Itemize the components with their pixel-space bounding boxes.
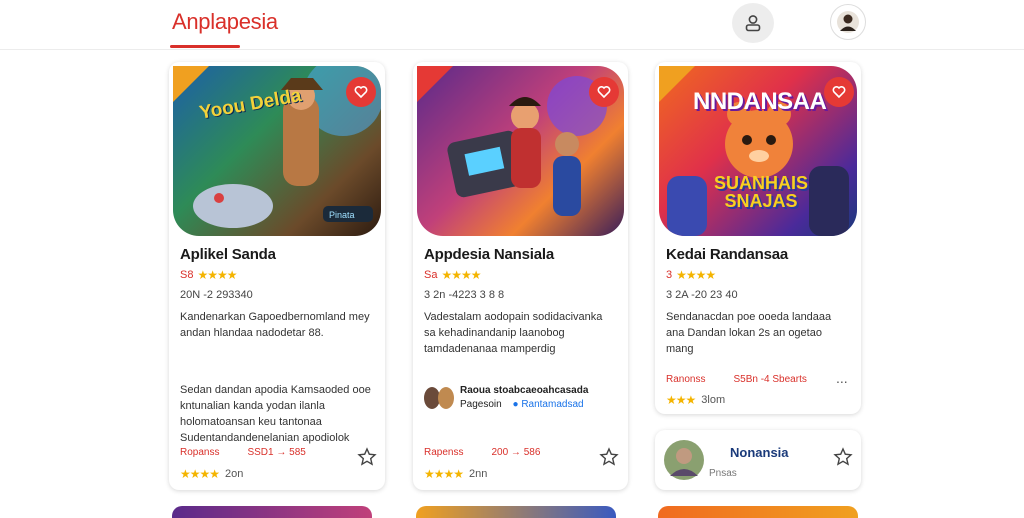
price-label: Rapenss <box>424 447 464 458</box>
app-description: Vadestalam aodopain sodidacivanka sa keh… <box>424 311 603 355</box>
author-avatar-icon <box>438 387 454 409</box>
favorite-star-icon[interactable] <box>357 447 377 467</box>
star-rating-icon: ★★★★ <box>197 268 237 282</box>
author-name: Raoua stoabcaeoahcasada <box>460 385 589 396</box>
price-row: Rapenss 200 → 586 <box>424 447 540 458</box>
author-avatars <box>424 387 454 409</box>
heart-icon <box>832 86 846 99</box>
profile-avatar[interactable] <box>830 4 866 40</box>
heart-badge-button[interactable] <box>589 77 619 107</box>
mini-rating: ★★★ 3lom <box>666 393 725 407</box>
star-rating-icon: ★★★★ <box>424 467 464 481</box>
game-logo-bottom: SUANHAIS SNAJAS <box>713 173 808 211</box>
app-meta: 3 2n -4223 3 8 8 <box>424 289 505 301</box>
author-verified-label: Rantamadsad <box>521 399 584 410</box>
star-rating-icon: ★★★ <box>666 393 696 407</box>
mini-rating-count: 2on <box>225 468 244 480</box>
rating-row: Sa ★★★★ <box>424 268 482 282</box>
price-label: Ropanss <box>180 447 220 458</box>
app-card[interactable]: Yoou Delda Pinata Aplikel Sanda S8 ★★★★ … <box>169 62 385 490</box>
price-label: Ranonss <box>666 374 706 385</box>
next-row-card-peek <box>416 506 616 518</box>
app-title[interactable]: Appdesia Nansiala <box>424 246 554 263</box>
mini-card-thumbnail <box>664 440 704 480</box>
corner-ribbon <box>173 66 209 102</box>
game-chip: Pinata <box>329 210 355 220</box>
game-logo-top: NNDANSAA <box>693 88 827 115</box>
app-card[interactable]: NNDANSAA SUANHAIS SNAJAS Kedai Randansaa… <box>655 62 861 414</box>
price-range: 200 → 586 <box>491 447 541 458</box>
app-card[interactable]: Appdesia Nansiala Sa ★★★★ 3 2n -4223 3 8… <box>413 62 628 490</box>
author-handle: Pagesoin <box>460 399 502 410</box>
next-row-card-peek <box>658 506 858 518</box>
corner-ribbon <box>659 66 695 102</box>
author-row[interactable]: Raoua stoabcaeoahcasada Pagesoin ● Ranta… <box>424 384 588 412</box>
heart-icon <box>597 86 611 99</box>
app-title[interactable]: Aplikel Sanda <box>180 246 276 263</box>
user-account-button[interactable] <box>732 3 774 43</box>
app-meta: 3 2A -20 23 40 <box>666 289 738 301</box>
mini-card-title: Nonansia <box>730 445 789 460</box>
price-row: Ranonss S5Bn -4 Sbearts <box>666 374 807 385</box>
favorite-star-icon[interactable] <box>833 447 853 467</box>
next-row-card-peek <box>172 506 372 518</box>
heart-badge-button[interactable] <box>824 77 854 107</box>
mini-rating: ★★★★ 2nn <box>424 467 487 481</box>
corner-ribbon <box>417 66 453 102</box>
star-rating-icon: ★★★★ <box>441 268 481 282</box>
heart-badge-button[interactable] <box>346 77 376 107</box>
author-info: Raoua stoabcaeoahcasada Pagesoin ● Ranta… <box>460 384 588 412</box>
more-options-button[interactable]: ... <box>836 370 848 386</box>
price-range: SSD1 → 585 <box>247 447 306 458</box>
top-bar: Anplapesia <box>0 0 1024 50</box>
mini-rating-count: 3lom <box>701 394 726 406</box>
price-range: S5Bn -4 Sbearts <box>733 374 807 385</box>
app-meta: 20N -2 293340 <box>180 289 253 301</box>
app-title[interactable]: Kedai Randansaa <box>666 246 788 263</box>
mini-rating: ★★★★ 2on <box>180 467 243 481</box>
rating-value: Sa <box>424 269 438 281</box>
mini-rating-count: 2nn <box>469 468 488 480</box>
app-description: Kandenarkan Gapoedbernomland mey andan h… <box>180 311 370 339</box>
avatar-icon <box>837 11 859 33</box>
rating-row: S8 ★★★★ <box>180 268 238 282</box>
verified-check-icon: ● <box>512 399 519 410</box>
author-sub: Pagesoin ● Rantamadsad <box>460 398 588 412</box>
star-rating-icon: ★★★★ <box>180 467 220 481</box>
brand-tab-indicator <box>170 45 240 48</box>
favorite-star-icon[interactable] <box>599 447 619 467</box>
rating-value: 3 <box>666 269 673 281</box>
brand-title[interactable]: Anplapesia <box>172 9 278 35</box>
mini-app-card[interactable]: Nonansia Pnsas <box>655 430 861 490</box>
user-icon <box>745 15 761 32</box>
price-row: Ropanss SSD1 → 585 <box>180 447 306 458</box>
app-extra-text: Sedan dandan apodia Kamsaoded ooe kntuna… <box>180 384 371 444</box>
rating-row: 3 ★★★★ <box>666 268 716 282</box>
heart-icon <box>354 86 368 99</box>
mini-card-subtitle: Pnsas <box>709 468 737 479</box>
rating-value: S8 <box>180 269 194 281</box>
app-description: Sendanacdan poe ooeda landaaa ana Dandan… <box>666 311 832 355</box>
star-rating-icon: ★★★★ <box>676 268 716 282</box>
